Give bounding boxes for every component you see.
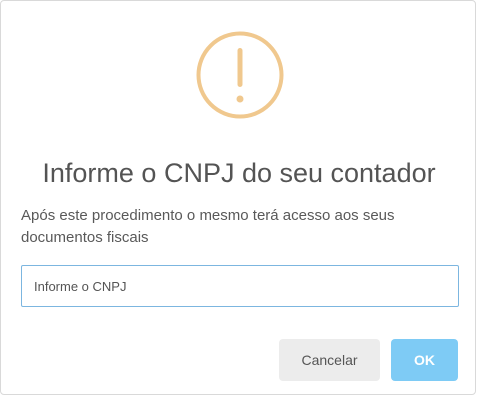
dialog-description: Após este procedimento o mesmo terá aces… xyxy=(21,207,395,246)
cnpj-dialog: Informe o CNPJ do seu contador Após este… xyxy=(0,0,476,395)
cnpj-input[interactable] xyxy=(21,265,459,307)
warning-icon xyxy=(196,31,284,119)
ok-button[interactable]: OK xyxy=(391,339,458,381)
dialog-title: Informe o CNPJ do seu contador xyxy=(42,158,436,188)
cancel-button[interactable]: Cancelar xyxy=(279,339,380,381)
